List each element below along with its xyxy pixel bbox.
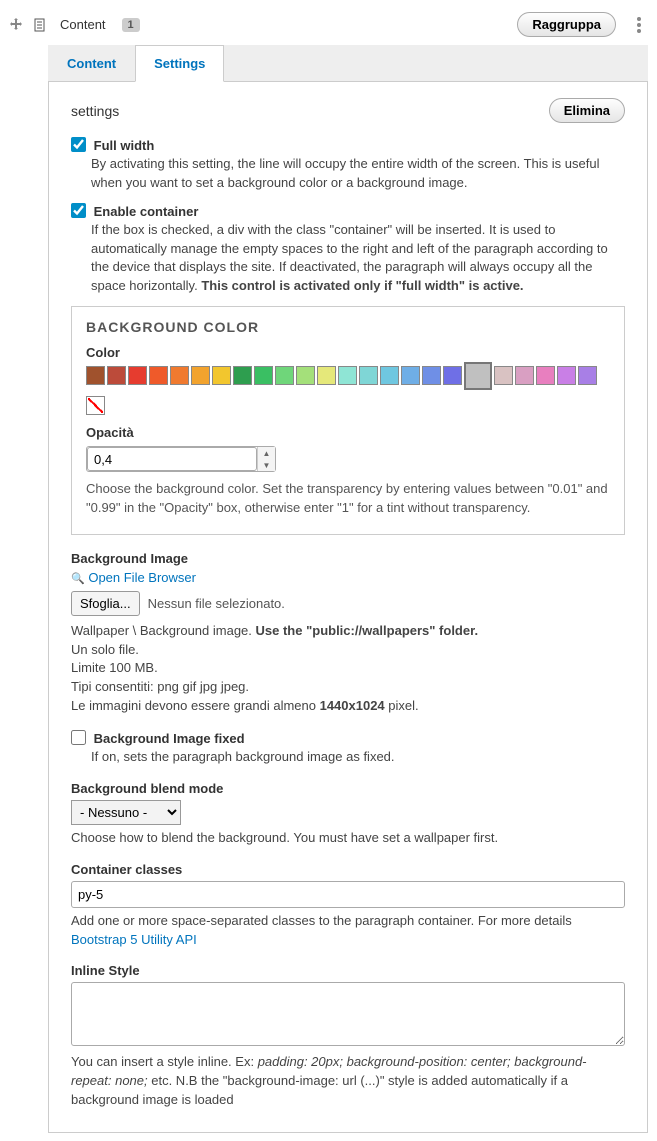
opacity-label: Opacità: [86, 425, 610, 440]
color-swatch[interactable]: [338, 366, 357, 385]
count-badge: 1: [122, 18, 140, 32]
full-width-label[interactable]: Full width: [71, 138, 154, 153]
choose-file-button[interactable]: Sfoglia...: [71, 591, 140, 616]
container-classes-title: Container classes: [71, 862, 625, 877]
blend-select[interactable]: - Nessuno -: [71, 800, 181, 825]
container-classes-help: Add one or more space-separated classes …: [71, 912, 625, 950]
group-button[interactable]: Raggruppa: [517, 12, 616, 37]
bg-help: Choose the background color. Set the tra…: [86, 480, 610, 518]
tab-settings[interactable]: Settings: [135, 45, 224, 82]
bg-fixed-checkbox[interactable]: [71, 730, 86, 745]
full-width-desc: By activating this setting, the line wil…: [91, 155, 625, 193]
color-swatch[interactable]: [128, 366, 147, 385]
color-swatch[interactable]: [233, 366, 252, 385]
bootstrap-api-link[interactable]: Bootstrap 5 Utility API: [71, 932, 197, 947]
color-swatch[interactable]: [317, 366, 336, 385]
enable-container-desc: If the box is checked, a div with the cl…: [91, 221, 625, 296]
content-title: Content: [60, 17, 106, 32]
bg-title: BACKGROUND COLOR: [86, 319, 610, 335]
color-swatch[interactable]: [536, 366, 555, 385]
color-swatch[interactable]: [422, 366, 441, 385]
color-swatch[interactable]: [170, 366, 189, 385]
color-none-swatch[interactable]: [86, 396, 105, 415]
color-swatch[interactable]: [401, 366, 420, 385]
inline-style-title: Inline Style: [71, 963, 625, 978]
background-color-box: BACKGROUND COLOR Color Opacità ▲▼ Choose…: [71, 306, 625, 535]
search-icon: 🔍: [71, 573, 85, 585]
color-swatch[interactable]: [296, 366, 315, 385]
color-swatch[interactable]: [254, 366, 273, 385]
opacity-input[interactable]: [87, 447, 257, 471]
color-swatch[interactable]: [212, 366, 231, 385]
blend-help: Choose how to blend the background. You …: [71, 829, 625, 848]
color-swatches: [86, 366, 610, 390]
full-width-checkbox[interactable]: [71, 137, 86, 152]
tab-content[interactable]: Content: [48, 45, 135, 81]
content-icon: [32, 17, 48, 33]
bg-fixed-label[interactable]: Background Image fixed: [71, 731, 245, 746]
blend-title: Background blend mode: [71, 781, 625, 796]
color-swatch-selected[interactable]: [464, 362, 492, 390]
container-classes-input[interactable]: [71, 881, 625, 908]
settings-panel: settings Elimina Full width By activatin…: [48, 82, 648, 1133]
color-label: Color: [86, 345, 610, 360]
enable-container-checkbox[interactable]: [71, 203, 86, 218]
tabs: Content Settings: [48, 45, 648, 82]
delete-button[interactable]: Elimina: [549, 98, 625, 123]
bg-image-title: Background Image: [71, 551, 625, 566]
bg-image-help: Wallpaper \ Background image. Use the "p…: [71, 622, 625, 716]
bg-fixed-desc: If on, sets the paragraph background ima…: [91, 748, 625, 767]
color-swatch[interactable]: [443, 366, 462, 385]
open-file-browser-link[interactable]: Open File Browser: [88, 570, 196, 585]
color-swatch[interactable]: [494, 366, 513, 385]
color-swatch[interactable]: [191, 366, 210, 385]
top-bar: Content 1 Raggruppa: [8, 8, 648, 41]
enable-container-label[interactable]: Enable container: [71, 204, 198, 219]
file-status: Nessun file selezionato.: [148, 596, 285, 611]
color-swatch[interactable]: [86, 366, 105, 385]
color-swatch[interactable]: [275, 366, 294, 385]
inline-style-help: You can insert a style inline. Ex: paddi…: [71, 1053, 625, 1110]
color-swatch[interactable]: [515, 366, 534, 385]
color-swatch[interactable]: [380, 366, 399, 385]
color-swatch[interactable]: [359, 366, 378, 385]
color-swatch[interactable]: [578, 366, 597, 385]
color-swatch[interactable]: [557, 366, 576, 385]
more-menu-icon[interactable]: [630, 14, 648, 36]
opacity-input-wrap: ▲▼: [86, 446, 276, 472]
move-icon[interactable]: [8, 17, 24, 33]
color-swatch[interactable]: [149, 366, 168, 385]
opacity-spinner[interactable]: ▲▼: [257, 447, 275, 471]
color-swatch[interactable]: [107, 366, 126, 385]
panel-title: settings: [71, 103, 119, 119]
inline-style-textarea[interactable]: [71, 982, 625, 1046]
